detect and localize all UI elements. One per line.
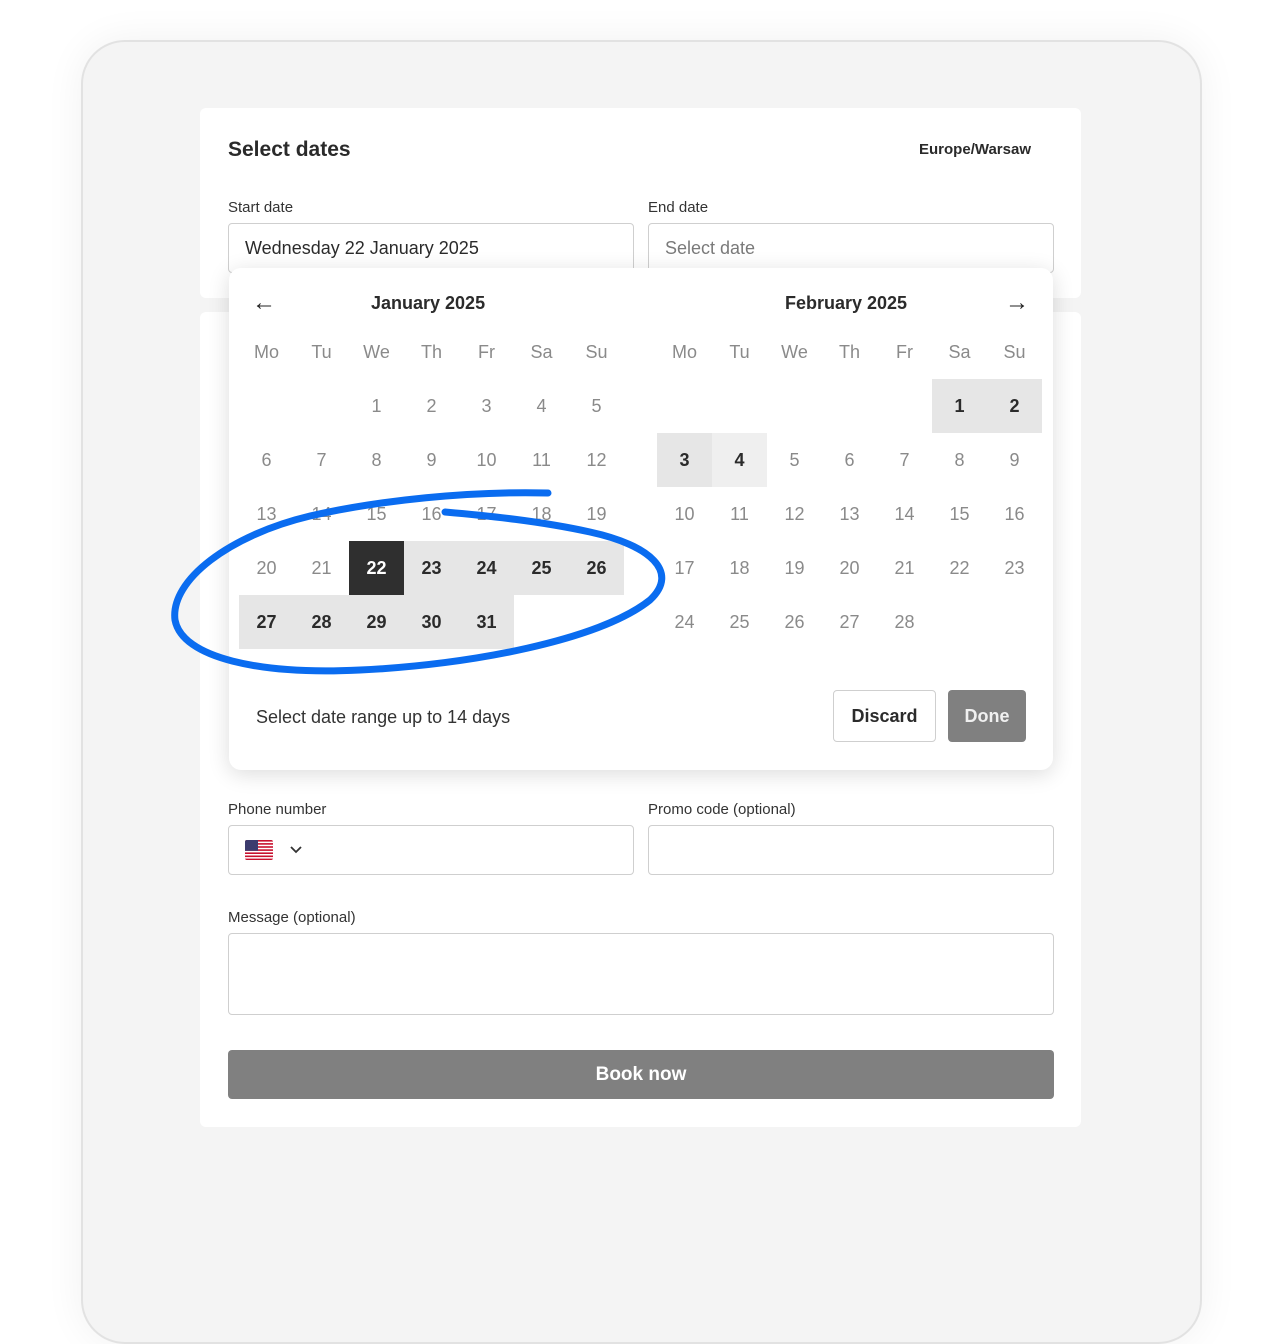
weekday-header: Fr (896, 341, 913, 362)
calendar-day[interactable]: 13 (239, 487, 294, 541)
phone-input[interactable] (228, 825, 634, 875)
calendar-day[interactable]: 27 (822, 595, 877, 649)
end-date-field[interactable]: Select date (648, 223, 1054, 273)
promo-input[interactable] (648, 825, 1054, 875)
calendar-day[interactable]: 3 (657, 433, 712, 487)
start-date-field[interactable]: Wednesday 22 January 2025 (228, 223, 634, 273)
calendar-day[interactable]: 31 (459, 595, 514, 649)
chevron-down-icon[interactable] (289, 845, 303, 855)
calendar-day[interactable]: 8 (349, 433, 404, 487)
calendar-day[interactable]: 23 (987, 541, 1042, 595)
calendar-day[interactable]: 19 (569, 487, 624, 541)
calendar-day[interactable]: 7 (877, 433, 932, 487)
weekday-header: Th (838, 341, 860, 362)
calendar-day[interactable]: 1 (932, 379, 987, 433)
start-date-value: Wednesday 22 January 2025 (245, 237, 479, 258)
arrow-right-icon[interactable]: → (1005, 288, 1029, 318)
calendar-day[interactable]: 9 (987, 433, 1042, 487)
calendar-day[interactable]: 3 (459, 379, 514, 433)
calendar-day[interactable]: 13 (822, 487, 877, 541)
calendar-day[interactable]: 21 (294, 541, 349, 595)
calendar-day[interactable]: 6 (822, 433, 877, 487)
weekday-header: We (781, 341, 808, 362)
weekday-header: Tu (729, 341, 750, 362)
calendar-day[interactable]: 2 (987, 379, 1042, 433)
calendar-day[interactable]: 28 (294, 595, 349, 649)
calendar-day[interactable]: 26 (767, 595, 822, 649)
calendar-day[interactable]: 9 (404, 433, 459, 487)
calendar-day[interactable]: 25 (514, 541, 569, 595)
calendar-day[interactable]: 17 (657, 541, 712, 595)
calendar-day[interactable]: 24 (657, 595, 712, 649)
calendar-day[interactable]: 15 (349, 487, 404, 541)
calendar-day[interactable]: 14 (877, 487, 932, 541)
calendar-day[interactable]: 17 (459, 487, 514, 541)
calendar-day[interactable]: 15 (932, 487, 987, 541)
calendar-day[interactable]: 22 (349, 541, 404, 595)
calendar-day[interactable]: 24 (459, 541, 514, 595)
calendar-day[interactable]: 20 (239, 541, 294, 595)
calendar-day[interactable]: 18 (514, 487, 569, 541)
end-date-label: End date (648, 199, 709, 216)
calendar-day[interactable]: 18 (712, 541, 767, 595)
calendar-day[interactable]: 5 (767, 433, 822, 487)
calendar-day[interactable]: 12 (569, 433, 624, 487)
weekday-header: Mo (253, 341, 279, 362)
calendar-day[interactable]: 27 (239, 595, 294, 649)
calendar-day[interactable]: 1 (349, 379, 404, 433)
calendar-day[interactable]: 16 (404, 487, 459, 541)
weekday-header: Sa (948, 341, 971, 362)
calendar-day[interactable]: 10 (657, 487, 712, 541)
calendar-day[interactable]: 12 (767, 487, 822, 541)
calendar-day[interactable]: 14 (294, 487, 349, 541)
calendar-day[interactable]: 7 (294, 433, 349, 487)
calendar-day[interactable]: 8 (932, 433, 987, 487)
calendar-day[interactable]: 6 (239, 433, 294, 487)
calendar-day[interactable]: 21 (877, 541, 932, 595)
calendar-day[interactable]: 16 (987, 487, 1042, 541)
weekday-header: Su (1003, 341, 1026, 362)
calendar-day[interactable]: 30 (404, 595, 459, 649)
discard-button[interactable]: Discard (833, 690, 936, 742)
weekday-header: We (363, 341, 390, 362)
calendar-day[interactable]: 11 (514, 433, 569, 487)
done-button[interactable]: Done (948, 690, 1026, 742)
page-title: Select dates (228, 138, 351, 161)
calendar-day[interactable]: 10 (459, 433, 514, 487)
arrow-left-icon[interactable]: ← (252, 288, 276, 318)
weekday-header: Su (585, 341, 608, 362)
weekday-header: Mo (671, 341, 697, 362)
weekday-header: Th (420, 341, 442, 362)
book-now-button[interactable]: Book now (228, 1050, 1054, 1099)
calendar-day[interactable]: 29 (349, 595, 404, 649)
weekday-header: Tu (311, 341, 332, 362)
start-date-label: Start date (228, 199, 294, 216)
calendar-day[interactable]: 19 (767, 541, 822, 595)
calendar-day[interactable]: 2 (404, 379, 459, 433)
calendar-day[interactable]: 20 (822, 541, 877, 595)
end-date-placeholder: Select date (665, 237, 756, 258)
us-flag-icon[interactable] (245, 840, 273, 860)
message-label: Message (optional) (228, 909, 356, 926)
calendar-day[interactable]: 4 (712, 433, 767, 487)
message-textarea[interactable] (228, 933, 1054, 1015)
calendar-day[interactable]: 4 (514, 379, 569, 433)
calendar-day[interactable]: 28 (877, 595, 932, 649)
calendar-day[interactable]: 5 (569, 379, 624, 433)
calendar-day[interactable]: 22 (932, 541, 987, 595)
phone-label: Phone number (228, 801, 327, 818)
promo-label: Promo code (optional) (648, 801, 796, 818)
calendar-day[interactable]: 11 (712, 487, 767, 541)
range-hint: Select date range up to 14 days (256, 707, 511, 727)
calendar-day[interactable]: 25 (712, 595, 767, 649)
weekday-header: Sa (530, 341, 553, 362)
month-title-february: February 2025 (785, 293, 908, 313)
timezone-label: Europe/Warsaw (919, 141, 1031, 158)
calendar-day[interactable]: 23 (404, 541, 459, 595)
weekday-header: Fr (478, 341, 495, 362)
calendar-day[interactable]: 26 (569, 541, 624, 595)
month-title-january: January 2025 (371, 293, 486, 313)
